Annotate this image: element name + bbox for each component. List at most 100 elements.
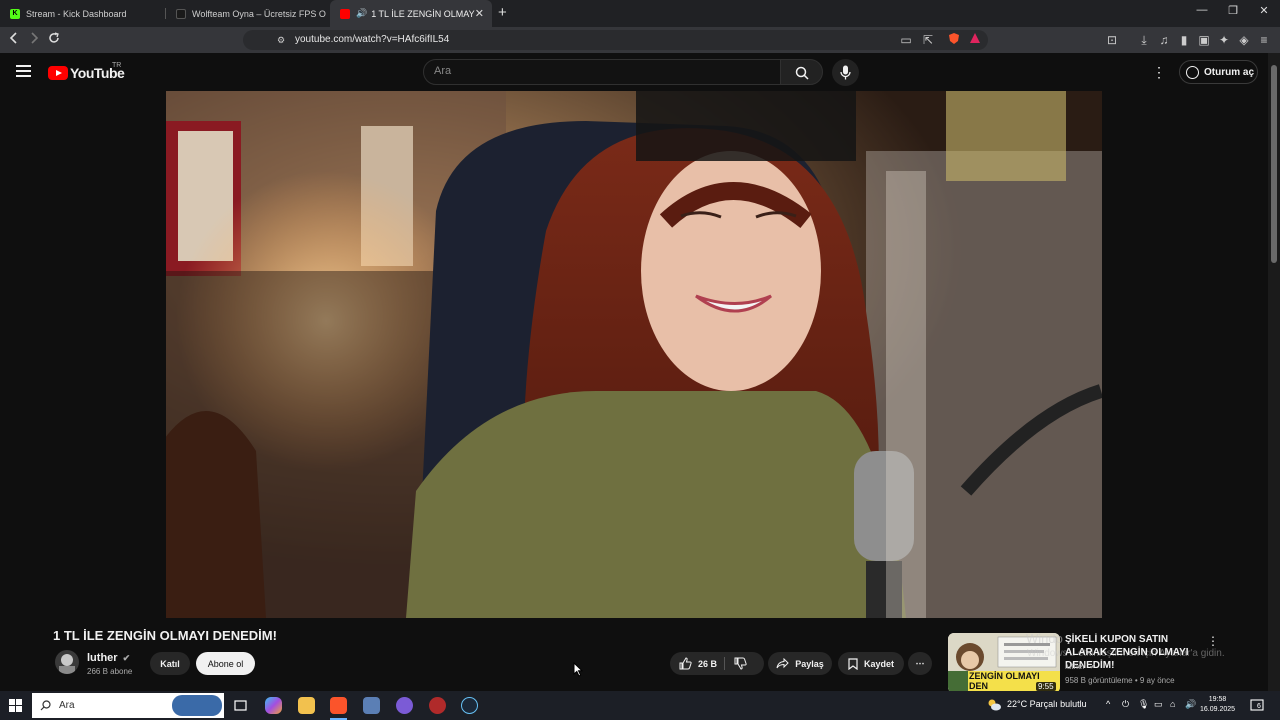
show-hidden-icons[interactable]: ^ (1106, 699, 1110, 709)
youtube-header: YouTube TR ⋮ Oturum aç (0, 53, 1268, 91)
more-icon: ⋯ (915, 658, 925, 668)
share-label: Paylaş (795, 658, 824, 669)
address-bar[interactable]: ⚙ youtube.com/watch?v=HAfc6ifIL54 (243, 30, 988, 50)
brave-rewards-icon[interactable] (967, 32, 983, 48)
scrollbar-thumb[interactable] (1271, 65, 1277, 263)
discord-icon[interactable] (396, 697, 413, 714)
more-actions-button[interactable]: ⋯ (908, 652, 932, 675)
tray-app-icon[interactable]: ⏻ (1122, 699, 1129, 710)
task-view-icon[interactable] (232, 697, 249, 714)
menu-icon[interactable]: ≡ (1256, 32, 1272, 48)
display-icon[interactable]: ▭ (1154, 699, 1163, 710)
notification-icon[interactable]: 6 (1250, 698, 1264, 712)
video-title: 1 TL İLE ZENGİN OLMAYI DENEDİM! (53, 628, 277, 643)
video-frame (166, 91, 1102, 618)
network-icon[interactable]: ⌂ (1170, 699, 1175, 709)
tab-title: Stream - Kick Dashboard (26, 8, 127, 19)
tab-title: Wolfteam Oyna – Ücretsiz FPS Oyunu (192, 8, 326, 19)
weather-text[interactable]: 22°C Parçalı bulutlu (1007, 699, 1087, 709)
site-settings-icon[interactable]: ⚙ (273, 32, 289, 48)
media-icon[interactable]: ♫ (1156, 32, 1172, 48)
sidebar-icon[interactable]: ▮ (1176, 32, 1192, 48)
hamburger-menu-icon[interactable] (16, 65, 31, 77)
search-input[interactable] (434, 65, 764, 77)
recommended-channel[interactable]: luther ✔ (1065, 662, 1096, 671)
like-count: 26 B (698, 658, 718, 669)
close-tab-icon[interactable]: ✕ (475, 7, 484, 20)
tab-kick-dashboard[interactable]: K Stream - Kick Dashboard (0, 0, 164, 27)
file-explorer-icon[interactable] (298, 697, 315, 714)
tab-youtube-video[interactable]: 🔊 1 TL İLE ZENGİN OLMAYI DENEDİM! ✕ (330, 0, 492, 27)
join-label: Katıl (160, 658, 180, 669)
kick-icon: K (10, 8, 20, 19)
wallet-icon[interactable]: ▣ (1196, 32, 1212, 48)
clock-time: 19:58 (1208, 696, 1227, 703)
url-text: youtube.com/watch?v=HAfc6ifIL54 (295, 34, 450, 45)
video-player[interactable] (166, 91, 1102, 618)
windows-taskbar: Ara 22°C Parçalı bulutlu ^ ⏻ 🎙 ▭ ⌂ 🔊 19:… (0, 691, 1280, 720)
reload-icon[interactable] (46, 32, 62, 48)
app-icon[interactable] (363, 697, 380, 714)
new-tab-button[interactable]: + (498, 4, 507, 21)
taskbar-search[interactable]: Ara (32, 693, 224, 718)
subscribe-button[interactable]: Abone ol (196, 652, 255, 675)
share-button[interactable]: Paylaş (768, 652, 832, 675)
save-button[interactable]: Kaydet (838, 652, 904, 675)
voice-search-button[interactable] (832, 59, 859, 86)
account-icon (1186, 65, 1199, 79)
speaker-icon[interactable]: 🔊 (356, 8, 367, 19)
system-clock[interactable]: 19:58 16.09.2025 (1200, 695, 1235, 715)
thumbs-up-icon (679, 657, 692, 670)
tab-wolfteam[interactable]: Wolfteam Oyna – Ücretsiz FPS Oyunu (166, 0, 326, 27)
channel-avatar[interactable] (55, 650, 79, 674)
settings-menu-icon[interactable]: ⋮ (1152, 64, 1166, 81)
minimize-button[interactable]: — (1192, 4, 1212, 16)
signin-button[interactable]: Oturum aç (1179, 60, 1258, 84)
search-icon (40, 700, 51, 711)
dislike-button[interactable] (734, 657, 747, 672)
clock-date: 16.09.2025 (1200, 706, 1236, 713)
share-page-icon[interactable]: ⇱ (920, 32, 936, 48)
windows-activation-watermark: Windo (1026, 631, 1063, 646)
like-button[interactable]: 26 B (679, 657, 717, 670)
channel-name[interactable]: luther ✔ (87, 652, 130, 664)
restore-button[interactable]: ❐ (1223, 4, 1243, 17)
brave-shields-icon[interactable] (946, 32, 962, 48)
browser-tab-strip: K Stream - Kick Dashboard Wolfteam Oyna … (0, 0, 1280, 27)
search-highlight-icon (172, 695, 222, 716)
vpn-icon[interactable]: ◈ (1236, 32, 1252, 48)
volume-icon[interactable]: 🔊 (1185, 699, 1196, 710)
obs-icon[interactable] (429, 697, 446, 714)
leo-ai-icon[interactable]: ✦ (1216, 32, 1232, 48)
search-button[interactable] (780, 59, 823, 85)
microphone-icon (840, 65, 851, 80)
sidebar-panel-icon[interactable]: ⊡ (1104, 32, 1120, 48)
recommended-video-meta: 958 B görüntüleme • 9 ay önce (1065, 676, 1175, 685)
join-button[interactable]: Katıl (150, 652, 190, 675)
cast-icon[interactable]: ▭ (898, 32, 914, 48)
like-dislike-group: 26 B (670, 652, 764, 675)
copilot-icon[interactable] (265, 697, 282, 714)
page-scrollbar[interactable] (1268, 53, 1280, 691)
country-code: TR (112, 62, 122, 69)
verified-icon: ✔ (122, 653, 131, 663)
channel-name-text: luther (87, 652, 118, 664)
youtube-favicon-icon (340, 8, 350, 19)
share-icon (776, 658, 789, 669)
thumbs-down-icon (734, 657, 747, 670)
recommended-video-menu-icon[interactable]: ⋮ (1207, 634, 1219, 648)
microphone-tray-icon[interactable]: 🎙 (1138, 699, 1149, 710)
save-icon (848, 657, 858, 670)
search-icon (795, 66, 809, 80)
downloads-icon[interactable]: ⤓ (1136, 32, 1152, 48)
forward-icon[interactable] (26, 32, 42, 48)
verified-icon: ✔ (1089, 662, 1096, 671)
save-label: Kaydet (863, 658, 894, 669)
back-icon[interactable] (6, 32, 22, 48)
subscribe-label: Abone ol (207, 658, 244, 669)
brave-browser-icon[interactable] (330, 697, 347, 714)
steam-icon[interactable] (461, 697, 478, 714)
close-window-button[interactable]: ✕ (1254, 4, 1274, 17)
video-duration: 9:55 (1036, 682, 1056, 691)
windows-start-icon[interactable] (9, 699, 22, 717)
